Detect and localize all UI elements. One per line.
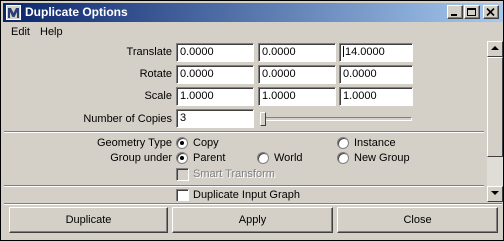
menu-bar: Edit Help [3, 23, 503, 41]
radio-selected-dot [180, 141, 184, 145]
copies-slider-thumb[interactable] [260, 112, 266, 126]
rotate-x-field[interactable]: 0.0000 [176, 65, 254, 84]
scroll-down-button[interactable] [487, 186, 503, 202]
copies-field[interactable]: 3 [176, 109, 254, 128]
maximize-button[interactable] [464, 5, 480, 19]
apply-button[interactable]: Apply [172, 207, 333, 233]
translate-x-field[interactable]: 0.0000 [176, 43, 254, 62]
rotate-y-field[interactable]: 0.0000 [258, 65, 336, 84]
duplicate-button[interactable]: Duplicate [9, 207, 168, 233]
copies-label: Number of Copies [83, 113, 172, 125]
translate-y-field[interactable]: 0.0000 [258, 43, 336, 62]
geometry-instance-radio[interactable] [337, 137, 349, 149]
rotate-z-field[interactable]: 0.0000 [339, 65, 413, 84]
translate-label: Translate [126, 46, 172, 58]
title-bar[interactable]: Duplicate Options [3, 3, 503, 22]
arrow-down-icon [491, 191, 499, 195]
scale-x-field[interactable]: 1.0000 [176, 87, 254, 106]
group-world-label[interactable]: World [274, 152, 303, 164]
group-parent-label[interactable]: Parent [193, 152, 225, 164]
geometry-copy-label[interactable]: Copy [193, 137, 219, 149]
maximize-icon [467, 8, 476, 16]
close-icon [486, 8, 495, 17]
geometry-type-label: Geometry Type [97, 137, 172, 149]
smart-transform-label: Smart Transform [193, 168, 275, 180]
scale-label: Scale [144, 90, 172, 102]
smart-transform-checkbox [176, 168, 189, 181]
separator [4, 185, 484, 187]
arrow-up-icon [491, 46, 499, 50]
duplicate-options-window: Duplicate Options Edit Help Translate 0.… [0, 0, 504, 241]
scroll-up-button[interactable] [487, 41, 503, 57]
button-bar-separator [4, 203, 502, 205]
scrollbar-thumb[interactable] [487, 57, 503, 157]
geometry-copy-radio[interactable] [176, 137, 188, 149]
separator [4, 131, 484, 133]
menu-help[interactable]: Help [40, 26, 63, 38]
group-new-group-label[interactable]: New Group [354, 152, 410, 164]
radio-selected-dot [180, 156, 184, 160]
group-new-group-radio[interactable] [337, 152, 349, 164]
duplicate-input-graph-label[interactable]: Duplicate Input Graph [193, 189, 300, 201]
text-cursor [343, 46, 344, 57]
copies-slider-track[interactable] [262, 117, 412, 121]
minimize-icon [451, 14, 457, 16]
translate-z-value: 14.0000 [345, 46, 385, 58]
rotate-label: Rotate [139, 68, 172, 80]
duplicate-input-graph-checkbox[interactable] [176, 189, 189, 201]
window-title: Duplicate Options [25, 5, 128, 19]
group-world-radio[interactable] [257, 152, 269, 164]
minimize-button[interactable] [447, 5, 463, 19]
group-under-label: Group under [110, 152, 172, 164]
group-parent-radio[interactable] [176, 152, 188, 164]
maya-app-icon [6, 5, 21, 20]
close-window-button[interactable] [483, 5, 499, 19]
scale-y-field[interactable]: 1.0000 [258, 87, 336, 106]
geometry-instance-label[interactable]: Instance [354, 137, 396, 149]
scale-z-field[interactable]: 1.0000 [339, 87, 413, 106]
vertical-scrollbar[interactable] [487, 41, 503, 202]
close-button[interactable]: Close [337, 207, 498, 233]
translate-z-field[interactable]: 14.0000 [339, 43, 413, 62]
menu-edit[interactable]: Edit [11, 26, 30, 38]
options-panel: Translate 0.0000 0.0000 14.0000 Rotate 0… [4, 41, 484, 201]
